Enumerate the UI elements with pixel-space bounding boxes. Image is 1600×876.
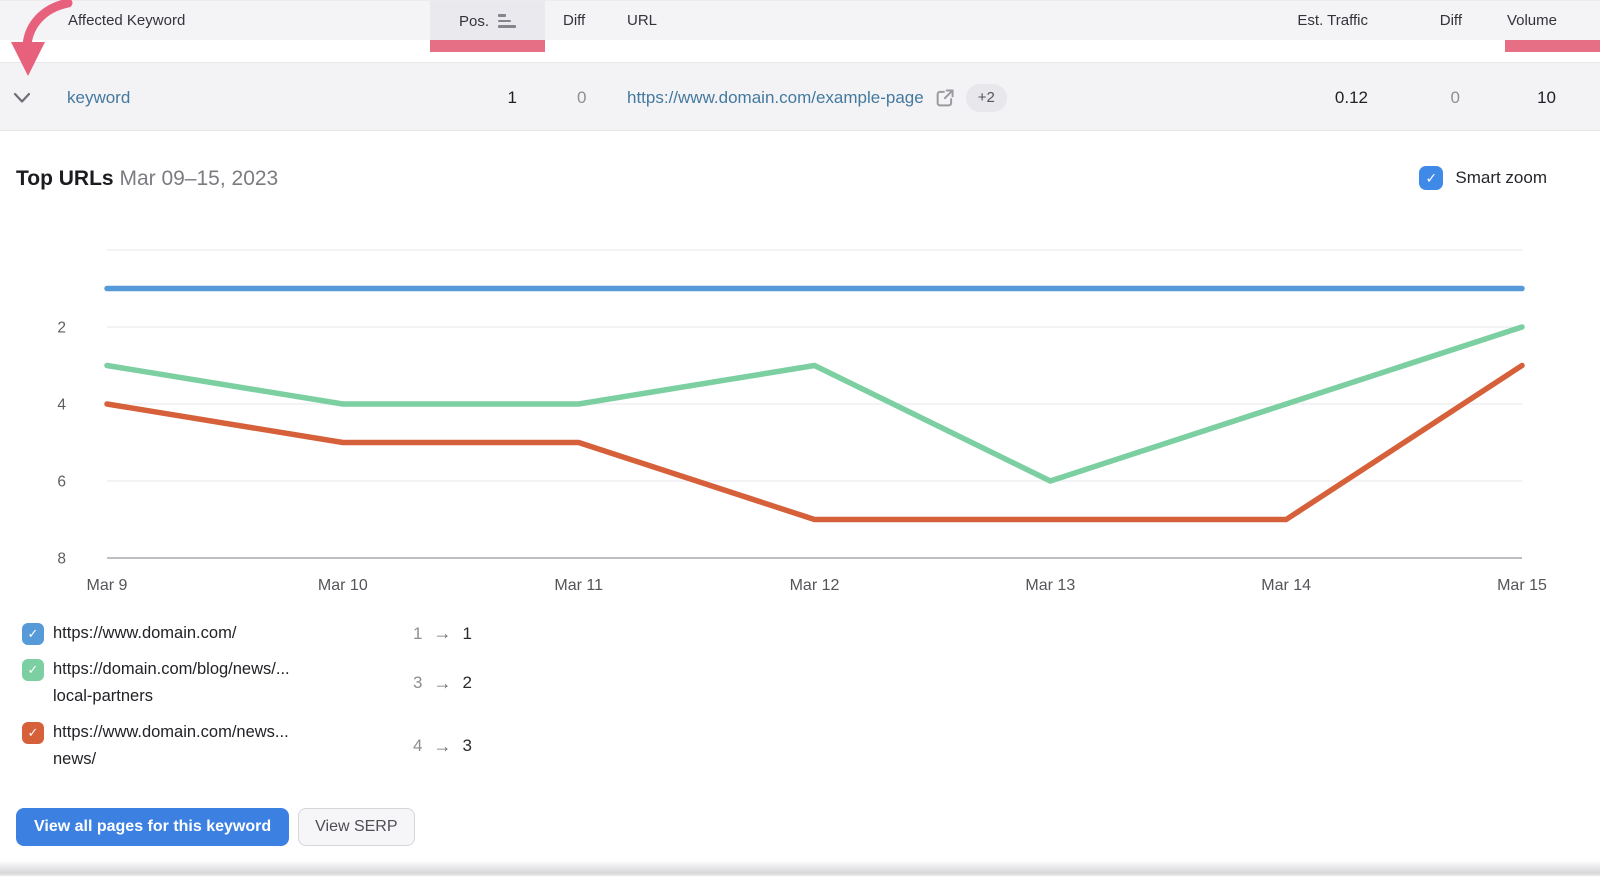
x-tick-label: Mar 10: [318, 577, 368, 594]
volume-value: 10: [1537, 63, 1556, 132]
smart-zoom-checkbox[interactable]: ✓: [1419, 166, 1443, 190]
legend-url-label: https://domain.com/blog/news/... local-p…: [53, 656, 361, 710]
legend-item: ✓ https://www.domain.com/news... news/ 4…: [22, 719, 502, 773]
legend-url-label: https://www.domain.com/: [53, 620, 361, 647]
keyword-row: keyword 1 0 https://www.domain.com/examp…: [0, 62, 1600, 131]
x-tick-label: Mar 14: [1261, 577, 1311, 594]
more-urls-badge[interactable]: +2: [966, 84, 1007, 112]
smart-zoom-toggle[interactable]: ✓ Smart zoom: [1419, 166, 1547, 190]
col-url: URL: [627, 1, 657, 41]
arrow-right-icon: →: [433, 736, 451, 757]
y-tick-label: 6: [57, 474, 66, 491]
legend-position-change: 4 → 3: [413, 736, 472, 757]
chevron-down-icon: [13, 92, 31, 104]
position-from: 4: [413, 736, 422, 756]
volume-highlight-bar: [1505, 40, 1600, 52]
position-from: 1: [413, 624, 422, 644]
position-from: 3: [413, 673, 422, 693]
keyword-link[interactable]: keyword: [67, 63, 130, 132]
legend-position-change: 3 → 2: [413, 673, 472, 694]
url-link[interactable]: https://www.domain.com/example-page: [627, 88, 924, 108]
legend-item: ✓ https://domain.com/blog/news/... local…: [22, 656, 502, 710]
col-diff-traffic: Diff: [1440, 1, 1462, 41]
col-diff-pos: Diff: [563, 1, 585, 41]
x-tick-label: Mar 12: [790, 577, 840, 594]
legend-url-label: https://www.domain.com/news... news/: [53, 719, 361, 773]
legend-checkbox-green[interactable]: ✓: [22, 659, 44, 681]
expand-row-button[interactable]: [10, 63, 34, 132]
chart-line-2[interactable]: [107, 366, 1522, 520]
position-to: 2: [462, 673, 471, 693]
keyword-link-label: keyword: [67, 88, 130, 108]
y-tick-label: 2: [57, 320, 66, 337]
legend-checkbox-blue[interactable]: ✓: [22, 623, 44, 645]
col-affected-keyword: Affected Keyword: [68, 1, 185, 41]
section-title: Top URLs Mar 09–15, 2023: [16, 167, 278, 191]
col-est-traffic: Est. Traffic: [1297, 1, 1368, 41]
legend-checkbox-orange[interactable]: ✓: [22, 722, 44, 744]
position-to: 1: [462, 624, 471, 644]
arrow-right-icon: →: [433, 673, 451, 694]
legend-position-change: 1 → 1: [413, 623, 472, 644]
x-tick-label: Mar 9: [87, 577, 128, 594]
legend-item: ✓ https://www.domain.com/ 1 → 1: [22, 620, 502, 647]
x-tick-label: Mar 11: [554, 577, 603, 594]
view-all-pages-button[interactable]: View all pages for this keyword: [16, 808, 289, 846]
chart-legend: ✓ https://www.domain.com/ 1 → 1 ✓ https:…: [22, 620, 502, 782]
col-volume: Volume: [1507, 1, 1557, 41]
panel: Affected Keyword Pos. Diff URL Est. Traf…: [0, 0, 1600, 876]
y-tick-label: 4: [57, 397, 66, 414]
col-pos[interactable]: Pos.: [430, 1, 545, 41]
external-link-icon[interactable]: [935, 88, 955, 108]
x-tick-label: Mar 15: [1497, 577, 1547, 594]
diff-traffic-value: 0: [1451, 63, 1460, 132]
est-traffic-value: 0.12: [1335, 63, 1368, 132]
y-tick-label: 8: [57, 551, 66, 568]
chart-canvas[interactable]: 2 4 6 8 Mar 9 Mar 10 Mar 11 Mar 12 Mar 13 Mar 14 M…: [0, 240, 1600, 612]
card-bottom-shadow: [0, 860, 1600, 876]
action-bar: View all pages for this keyword View SER…: [16, 808, 415, 846]
sort-ascending-icon: [498, 14, 516, 28]
section-date-range: Mar 09–15, 2023: [119, 167, 278, 190]
pos-highlight-bar: [430, 40, 545, 52]
diff-pos-value: 0: [577, 63, 586, 132]
section-title-text: Top URLs: [16, 167, 114, 190]
x-tick-label: Mar 13: [1025, 577, 1075, 594]
view-serp-button[interactable]: View SERP: [298, 808, 414, 846]
table-header: Affected Keyword Pos. Diff URL Est. Traf…: [0, 0, 1600, 40]
col-pos-label: Pos.: [459, 13, 489, 30]
position-to: 3: [462, 736, 471, 756]
smart-zoom-label: Smart zoom: [1455, 168, 1547, 188]
pos-value: 1: [430, 63, 517, 132]
arrow-right-icon: →: [433, 623, 451, 644]
